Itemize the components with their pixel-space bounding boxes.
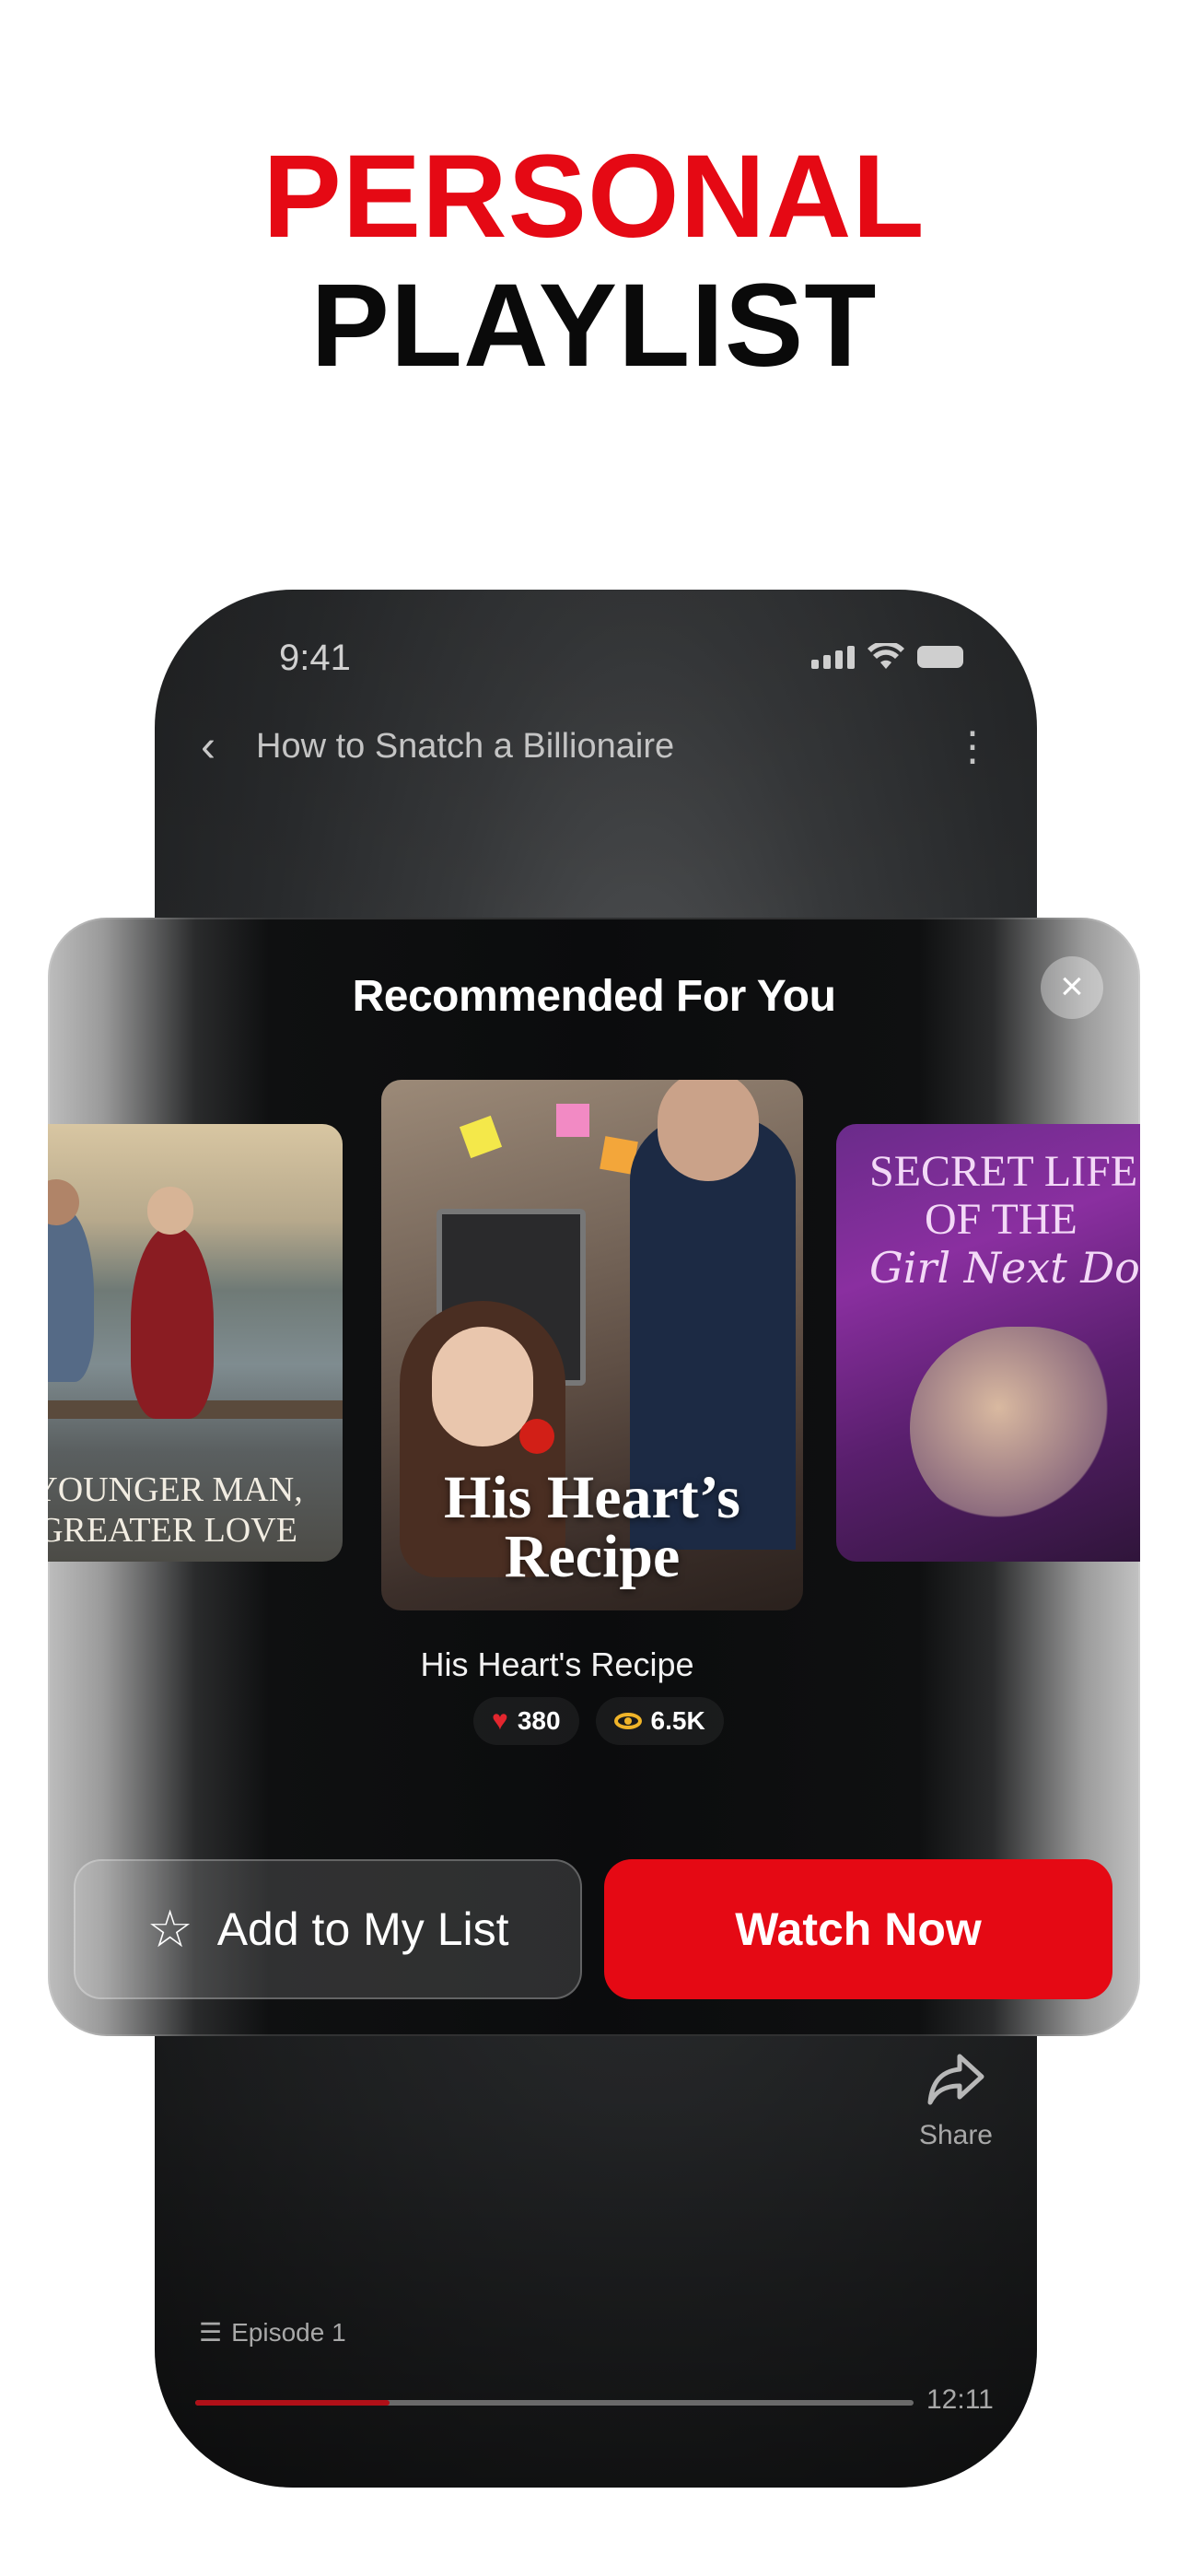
poster-art bbox=[432, 1327, 533, 1446]
poster-art bbox=[131, 1225, 214, 1419]
poster-art bbox=[459, 1115, 503, 1159]
poster-art bbox=[519, 1419, 554, 1454]
list-icon: ☰ bbox=[199, 2318, 223, 2347]
status-icons bbox=[811, 643, 963, 671]
likes-badge: ♥ 380 bbox=[473, 1697, 579, 1745]
poster-title-line: Girl Next Door bbox=[869, 1243, 1140, 1293]
playback-progress[interactable] bbox=[195, 2400, 914, 2406]
poster-card[interactable]: SECRET LIFE OF THE Girl Next Door bbox=[836, 1124, 1140, 1562]
poster-title-line: GREATER LOVE bbox=[48, 1511, 297, 1550]
eye-icon bbox=[613, 1713, 642, 1729]
signal-icon bbox=[811, 645, 855, 669]
add-to-my-list-button[interactable]: ☆ Add to My List bbox=[74, 1859, 582, 1999]
duration: 12:11 bbox=[926, 2384, 994, 2415]
status-time: 9:41 bbox=[279, 638, 351, 678]
add-to-my-list-label: Add to My List bbox=[216, 1903, 509, 1955]
poster-card[interactable]: YOUNGER MAN, GREATER LOVE bbox=[48, 1124, 343, 1562]
headline-playlist: PLAYLIST bbox=[310, 260, 878, 392]
likes-count: 380 bbox=[517, 1706, 561, 1735]
poster-art bbox=[658, 1080, 759, 1181]
stats-row: ♥ 380 6.5K bbox=[473, 1697, 724, 1745]
poster-title-line: Recipe bbox=[504, 1523, 681, 1590]
battery-icon bbox=[917, 646, 963, 668]
poster-art bbox=[147, 1187, 193, 1235]
poster-art bbox=[48, 1207, 94, 1382]
sheet-title: Recommended For You bbox=[352, 972, 836, 1021]
poster-art bbox=[910, 1327, 1131, 1529]
headline-personal: PERSONAL bbox=[262, 131, 926, 263]
poster-title-line: OF THE bbox=[925, 1195, 1077, 1244]
views-count: 6.5K bbox=[650, 1706, 705, 1735]
video-title: How to Snatch a Billionaire bbox=[256, 726, 675, 766]
poster-title: SECRET LIFE OF THE Girl Next Door bbox=[869, 1147, 1140, 1293]
episode-label: Episode 1 bbox=[231, 2317, 346, 2347]
more-vertical-icon[interactable]: ⋮ bbox=[952, 723, 993, 770]
episode-selector[interactable]: ☰ Episode 1 bbox=[199, 2317, 346, 2348]
watch-now-label: Watch Now bbox=[735, 1903, 982, 1955]
share-button[interactable]: Share bbox=[919, 2045, 993, 2151]
video-nav-bar: ‹ How to Snatch a Billionaire ⋮ bbox=[201, 719, 993, 774]
poster-title-line: SECRET LIFE bbox=[869, 1147, 1138, 1196]
recommendation-sheet: Recommended For You × YOUNGER MAN, GREAT… bbox=[48, 918, 1140, 2036]
poster-title: YOUNGER MAN, GREATER LOVE bbox=[48, 1469, 343, 1551]
selected-title: His Heart's Recipe bbox=[48, 1645, 1140, 1684]
chevron-left-icon[interactable]: ‹ bbox=[201, 721, 256, 772]
poster-title-line: YOUNGER MAN, bbox=[48, 1470, 303, 1509]
close-icon[interactable]: × bbox=[1041, 956, 1103, 1019]
wifi-icon bbox=[868, 643, 904, 669]
selected-title-text: His Heart's Recipe bbox=[420, 1645, 694, 1683]
poster-card-selected[interactable]: His Heart’s Recipe bbox=[381, 1080, 803, 1610]
share-label: Share bbox=[918, 2120, 993, 2150]
progress-fill bbox=[195, 2400, 390, 2406]
share-icon bbox=[927, 2054, 984, 2105]
views-badge: 6.5K bbox=[595, 1697, 724, 1745]
poster-title-line: His Heart’s bbox=[444, 1464, 740, 1531]
poster-art bbox=[556, 1104, 589, 1137]
star-icon: ☆ bbox=[146, 1900, 193, 1958]
watch-now-button[interactable]: Watch Now bbox=[604, 1859, 1112, 1999]
heart-icon: ♥ bbox=[492, 1705, 508, 1736]
poster-title: His Heart’s Recipe bbox=[381, 1464, 803, 1590]
